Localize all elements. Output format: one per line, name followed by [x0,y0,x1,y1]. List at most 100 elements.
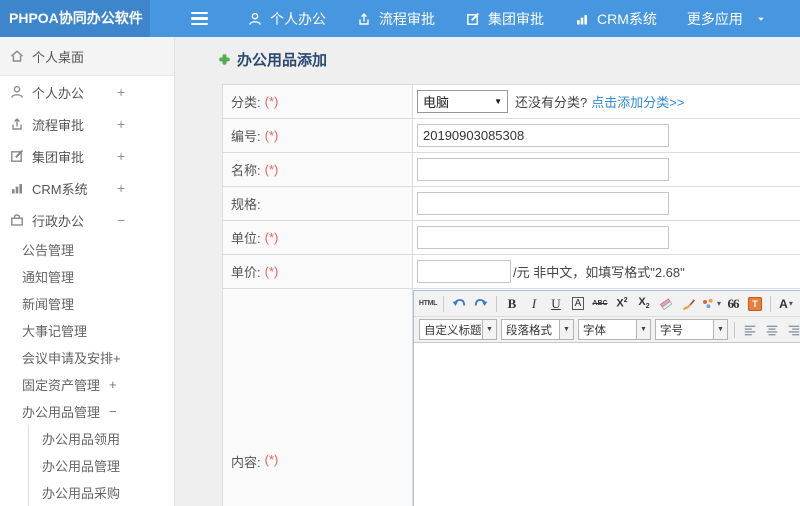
sidebar-subgroup: 办公用品领用 办公用品管理办公用品采购 [28,425,174,506]
paragraph-format-select[interactable]: 段落格式 ▼ [501,319,574,340]
source-code-button[interactable]: HTML [418,294,438,314]
hamburger-menu-icon[interactable] [191,11,208,26]
toolbar-separator [443,295,444,312]
sidebar-item-personal-desktop[interactable]: 个人桌面 [0,37,174,76]
superscript-button[interactable]: X2 [612,294,632,314]
app-logo: PHPOA协同办公软件 [0,0,150,37]
spec-input[interactable] [417,192,669,215]
nav-item-label: CRM系统 [597,10,657,27]
subscript-button[interactable]: X2 [634,294,654,314]
nav-item-crm-system[interactable]: CRM系统 [559,0,672,37]
color-palette-button[interactable]: ▾ [700,294,721,314]
price-input[interactable] [417,260,511,283]
sidebar-item-memorabilia-mgmt[interactable]: 大事记管理 [0,317,174,344]
redo-button[interactable] [471,294,491,314]
sidebar-item-news-mgmt[interactable]: 新闻管理 [0,290,174,317]
sidebar-item-group-approval[interactable]: 集团审批 + [0,140,174,172]
unit-input[interactable] [417,226,669,249]
sidebar-item-label: 公告管理 [22,243,75,258]
collapse-icon[interactable]: − [117,212,125,228]
sidebar-item-admin-office[interactable]: 行政办公 − [0,204,174,236]
font-format-button[interactable]: A [568,294,588,314]
add-category-link[interactable]: 点击添加分类>> [591,92,684,111]
strikethrough-button[interactable]: ABC [590,294,610,314]
sidebar-item-office-supplies-claim[interactable]: 办公用品领用 [29,425,174,452]
nav-item-label: 集团审批 [488,10,544,27]
eraser-button[interactable] [656,294,676,314]
sidebar-item-meeting-request[interactable]: 会议申请及安排+ [0,344,174,371]
sidebar-item-label: CRM系统 [32,181,88,197]
rich-text-editor: HTMLBIUAABCX2X2▾66TA▾ab▾ 自定义标题▼段落格式▼字体▼字… [413,290,800,506]
italic-button[interactable]: I [524,294,544,314]
expand-icon[interactable]: + [117,116,125,132]
bold-button[interactable]: B [502,294,522,314]
sidebar-item-label: 办公用品管理 [22,405,101,420]
sidebar-item-office-supplies-purchase[interactable]: 办公用品采购 [29,479,174,506]
sidebar-item-label: 办公用品领用 [42,432,121,447]
page-title-row: 办公用品添加 [218,49,327,70]
collapse-icon[interactable]: − [109,404,117,419]
custom-heading-select-label: 自定义标题 [424,324,482,337]
expand-icon[interactable]: + [109,377,117,392]
paragraph-format-select-label: 段落格式 [506,324,552,337]
caret-down-icon: ▼ [636,320,650,339]
caret-down-icon: ▼ [482,320,496,339]
toolbar-separator [770,295,772,312]
sidebar-item-label: 个人办公 [32,85,85,101]
form-row-unit: 单位: (*) [223,221,800,255]
field-label: 分类: [231,95,261,110]
nav-item-label: 流程审批 [379,10,435,27]
page-title: 办公用品添加 [237,52,328,69]
nav-item-personal-office[interactable]: 个人办公 [232,0,341,37]
font-family-select[interactable]: 字体 ▼ [578,319,651,340]
underline-button[interactable]: U [546,294,566,314]
nav-item-more-apps[interactable]: 更多应用 [672,0,781,37]
align-center-button[interactable] [762,320,782,340]
required-star: (*) [264,264,279,279]
custom-heading-select[interactable]: 自定义标题 ▼ [419,319,497,340]
nav-item-group-approval[interactable]: 集团审批 [450,0,559,37]
category-select[interactable]: 电脑 ▼ [417,90,508,113]
font-size-select[interactable]: 字号 ▼ [655,319,728,340]
form-row-name: 名称: (*) [223,153,800,187]
form-row-content: 内容: (*) HTMLBIUAABCX2X2▾66TA▾ab▾ 自定义标题▼段… [223,289,800,506]
expand-icon[interactable]: + [117,180,125,196]
nav-item-workflow-approval[interactable]: 流程审批 [341,0,450,37]
editor-content[interactable] [414,343,800,506]
form-row-category: 分类: (*) 电脑 ▼ 还没有分类? 点击添加分类>> [223,85,800,119]
sidebar-item-label: 办公用品管理 [42,459,121,474]
format-brush-icon [680,296,696,312]
code-input[interactable] [417,124,669,147]
expand-icon[interactable]: + [117,84,125,100]
font-color-button[interactable]: A ▾ [776,294,796,314]
font-size-select-label: 字号 [660,324,683,337]
nav-item-label: 更多应用 [686,10,743,27]
category-hint: 还没有分类? [515,95,588,110]
chart-icon [574,11,590,27]
undo-button[interactable] [449,294,469,314]
sidebar-item-office-supplies-mgmt[interactable]: 办公用品管理 − [0,398,174,425]
blockquote-button[interactable]: 66 [723,294,743,314]
sidebar-item-crm-system[interactable]: CRM系统 + [0,172,174,204]
sidebar-item-label: 通知管理 [22,270,75,285]
sidebar-item-notice-mgmt[interactable]: 通知管理 [0,263,174,290]
top-navbar: PHPOA协同办公软件 个人办公 流程审批 集团审批 CRM系统 更多应用 [0,0,800,37]
align-center-icon [765,323,779,337]
format-brush-button[interactable] [678,294,698,314]
add-supplies-form: 分类: (*) 电脑 ▼ 还没有分类? 点击添加分类>> 编号: (*) 201… [222,84,800,506]
expand-icon[interactable]: + [117,148,125,164]
align-left-button[interactable] [740,320,760,340]
align-right-button[interactable] [784,320,800,340]
sidebar-item-office-supplies-manage[interactable]: 办公用品管理 [29,452,174,479]
sidebar-item-fixed-assets-mgmt[interactable]: 固定资产管理 + [0,371,174,398]
template-button[interactable]: T [745,294,765,314]
name-input[interactable] [417,158,669,181]
sidebar-item-workflow-approval[interactable]: 流程审批 + [0,108,174,140]
sidebar-item-personal-office[interactable]: 个人办公 + [0,76,174,108]
edit-icon [9,148,25,164]
sidebar-item-announcement-mgmt[interactable]: 公告管理 [0,236,174,263]
template-icon: T [748,296,763,311]
caret-down-icon: ▼ [713,320,727,339]
required-star: (*) [264,94,279,109]
color-palette-icon [700,296,716,312]
